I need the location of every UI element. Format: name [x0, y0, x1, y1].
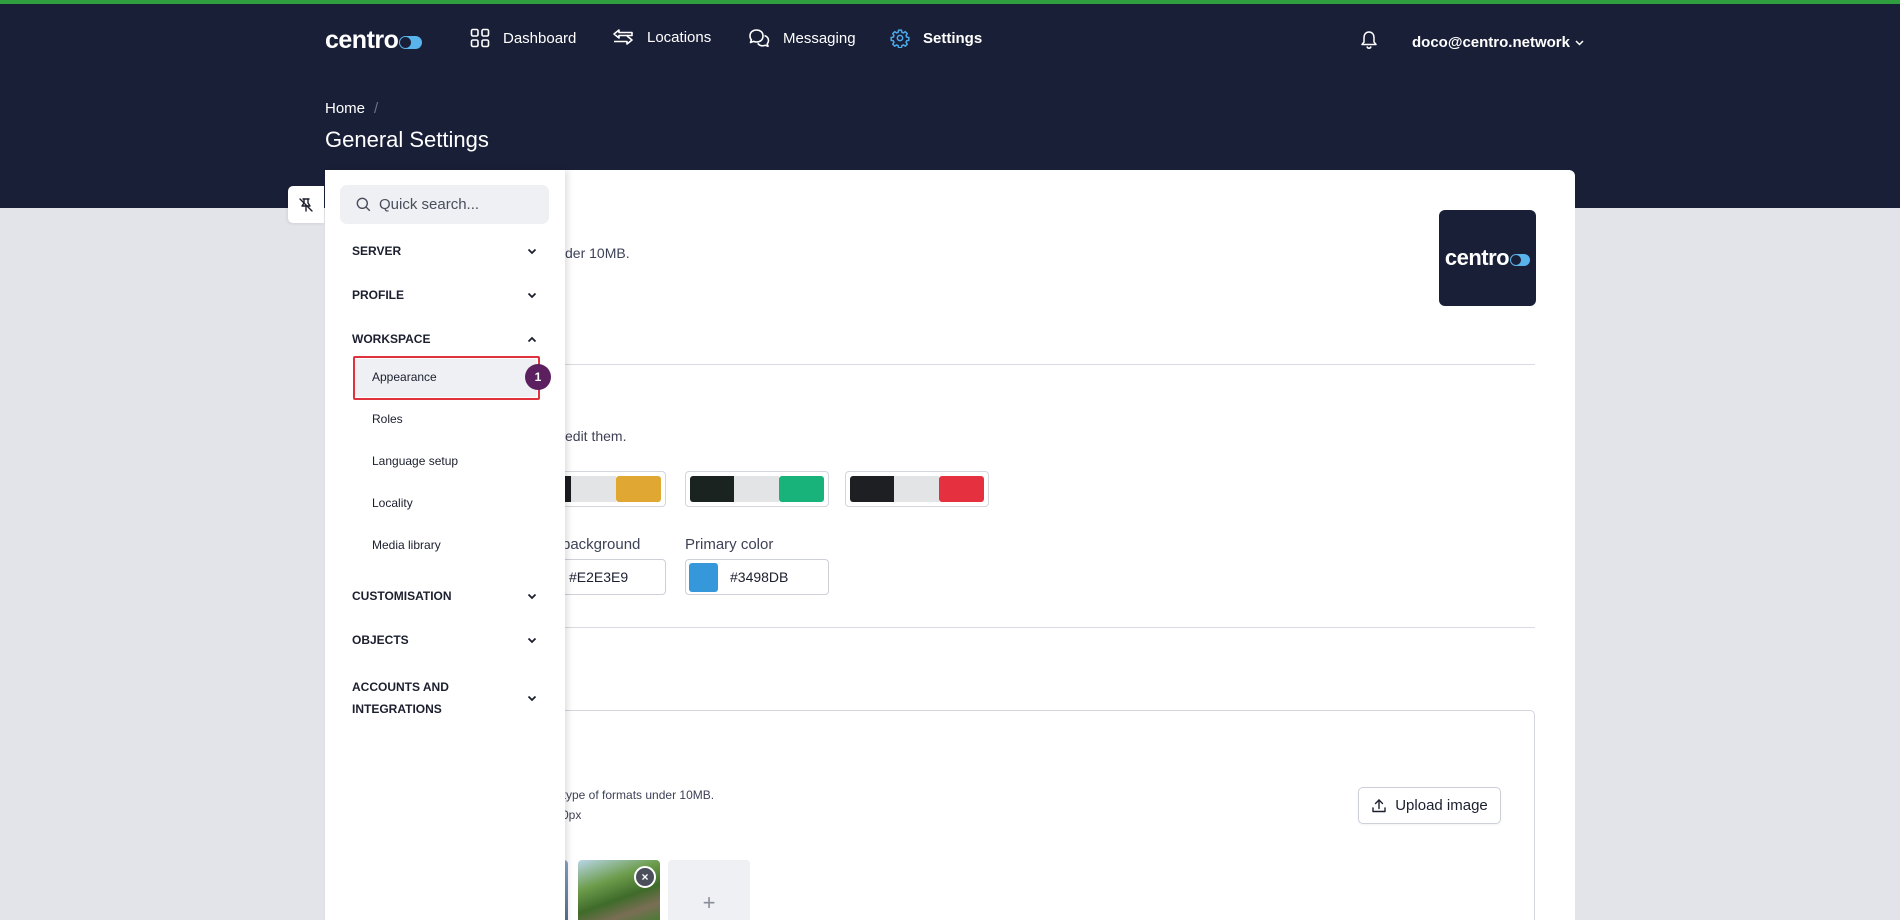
- bell-icon[interactable]: [1360, 30, 1378, 50]
- sidebar-item-language-setup[interactable]: Language setup: [372, 454, 458, 468]
- sidebar-item-roles[interactable]: Roles: [372, 412, 403, 426]
- logo-toggle-icon: [399, 36, 423, 49]
- theme-color: [571, 476, 616, 502]
- logo-upload-hint: der 10MB.: [565, 245, 630, 261]
- section-divider: [565, 627, 1535, 628]
- nav-locations[interactable]: Locations: [612, 28, 711, 46]
- theme-color: [779, 476, 824, 502]
- breadcrumb-home[interactable]: Home: [325, 100, 365, 117]
- upload-icon: [1372, 798, 1386, 812]
- search-icon: [356, 197, 371, 212]
- theme-swatch[interactable]: [685, 471, 829, 507]
- page-title: General Settings: [325, 127, 489, 152]
- section-label: WORKSPACE: [352, 332, 431, 346]
- chevron-down-icon: [527, 248, 537, 254]
- gear-icon: [890, 29, 910, 48]
- logo-preview-text: centro: [1444, 245, 1510, 270]
- section-divider: [565, 364, 1535, 365]
- workspace-logo-preview[interactable]: centro: [1439, 210, 1536, 306]
- sidebar-section-server[interactable]: SERVER: [352, 244, 537, 258]
- sidebar-section-workspace[interactable]: WORKSPACE: [352, 332, 537, 346]
- theme-color: [734, 476, 779, 502]
- user-email: doco@centro.network: [1412, 34, 1570, 51]
- grid-icon: [470, 28, 490, 48]
- theme-color: [690, 476, 734, 502]
- section-label: ACCOUNTS AND INTEGRATIONS: [352, 680, 449, 716]
- section-label: OBJECTS: [352, 633, 409, 647]
- themes-hint: edit them.: [565, 428, 627, 444]
- upload-image-label: Upload image: [1395, 797, 1488, 814]
- primary-color-chip[interactable]: [689, 562, 718, 592]
- app-logo[interactable]: centro: [325, 26, 423, 55]
- section-label: CUSTOMISATION: [352, 589, 452, 603]
- nav-dashboard-label: Dashboard: [503, 29, 577, 47]
- search-input[interactable]: [379, 196, 529, 213]
- breadcrumb-separator: /: [374, 100, 379, 117]
- quick-search[interactable]: [340, 185, 549, 224]
- sidebar-section-accounts-and-integrations[interactable]: ACCOUNTS AND INTEGRATIONS: [352, 676, 537, 720]
- section-label: PROFILE: [352, 288, 405, 302]
- theme-color: [616, 476, 661, 502]
- upload-image-button[interactable]: Upload image: [1358, 787, 1501, 824]
- nav-locations-label: Locations: [647, 28, 712, 46]
- chat-icon: [749, 29, 770, 48]
- annotation-highlight-box: [353, 356, 540, 400]
- nav-messaging-label: Messaging: [783, 29, 856, 47]
- logo-preview-toggle-icon: [1510, 254, 1531, 266]
- sidebar-section-profile[interactable]: PROFILE: [352, 288, 537, 302]
- sidebar-item-locality[interactable]: Locality: [372, 496, 413, 510]
- section-label: SERVER: [352, 244, 402, 258]
- arrows-icon: [613, 29, 633, 45]
- unpin-icon: [299, 197, 313, 212]
- primary-color-input[interactable]: #3498DB: [685, 559, 829, 595]
- primary-color-label: Primary color: [685, 536, 774, 553]
- sidebar-section-customisation[interactable]: CUSTOMISATION: [352, 589, 537, 603]
- chevron-down-icon: [527, 593, 537, 599]
- unpin-sidebar-button[interactable]: [288, 186, 324, 223]
- chevron-down-icon: [527, 292, 537, 298]
- nav-settings-label: Settings: [923, 29, 983, 47]
- theme-color: [850, 476, 894, 502]
- chevron-down-icon: [1575, 39, 1584, 46]
- theme-color: [939, 476, 984, 502]
- remove-image-button[interactable]: ×: [634, 866, 656, 888]
- add-image-button[interactable]: +: [668, 860, 750, 920]
- media-format-hint: G type of formats under 10MB.: [550, 788, 715, 802]
- nav-settings[interactable]: Settings: [890, 28, 982, 48]
- chevron-up-icon: [527, 336, 537, 342]
- settings-sidebar: [325, 170, 565, 920]
- nav-dashboard[interactable]: Dashboard: [470, 28, 576, 48]
- user-menu[interactable]: doco@centro.network: [1412, 34, 1584, 51]
- chevron-down-icon: [527, 637, 537, 643]
- breadcrumb: Home /: [325, 100, 378, 117]
- annotation-badge: 1: [525, 364, 551, 390]
- theme-color: [894, 476, 939, 502]
- background-color-label: background: [562, 536, 641, 553]
- theme-swatch[interactable]: [845, 471, 989, 507]
- sidebar-section-objects[interactable]: OBJECTS: [352, 633, 537, 647]
- primary-color-value: #3498DB: [730, 569, 789, 585]
- chevron-down-icon: [527, 695, 537, 701]
- nav-messaging[interactable]: Messaging: [748, 28, 856, 48]
- sidebar-item-media-library[interactable]: Media library: [372, 538, 441, 552]
- background-color-value: #E2E3E9: [569, 569, 629, 585]
- logo-text: centro: [325, 26, 399, 54]
